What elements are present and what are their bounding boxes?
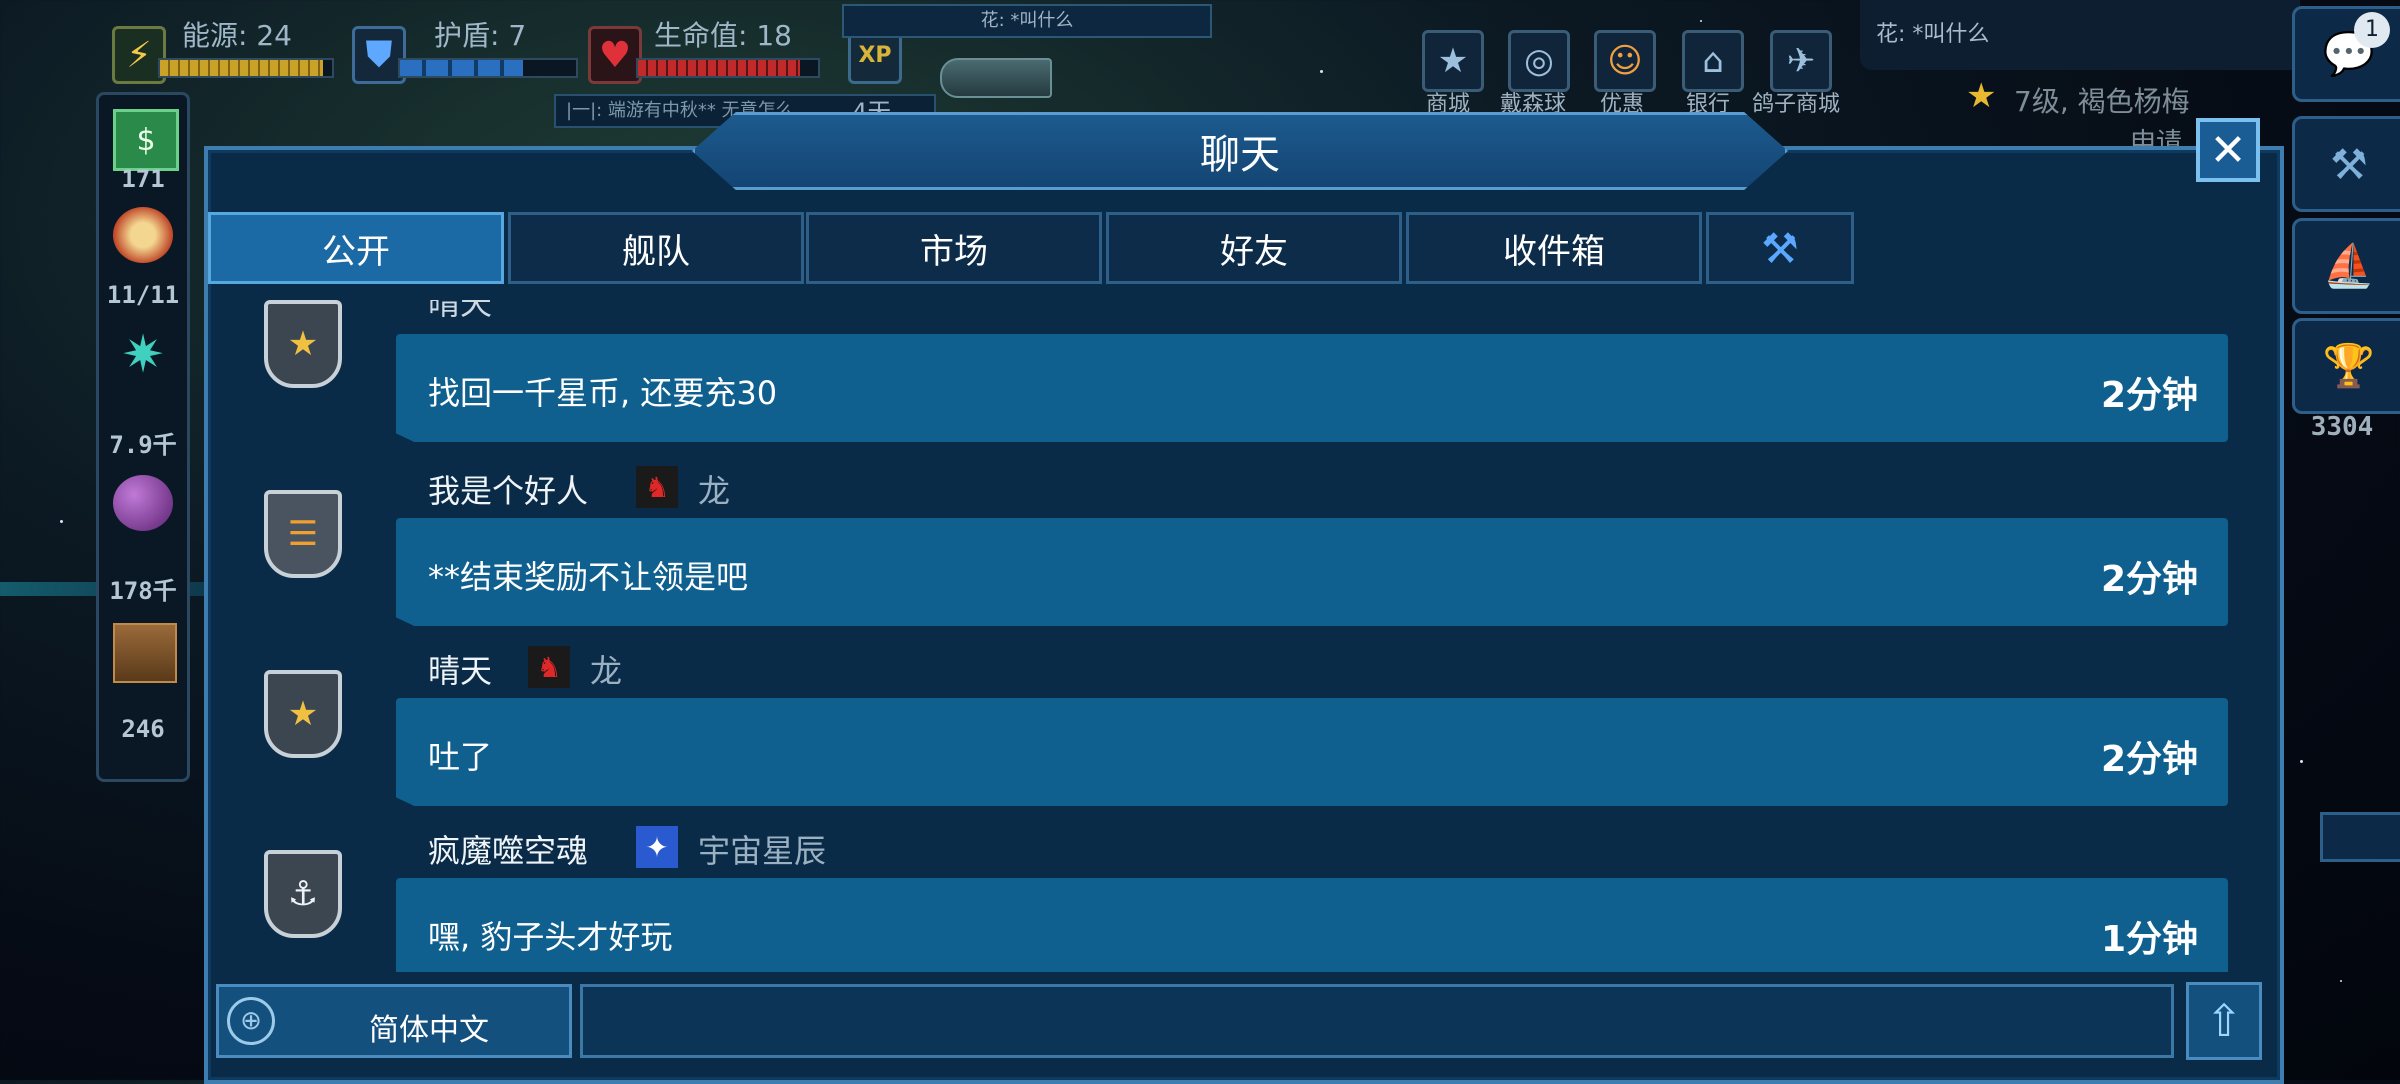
message-fleet: 宇宙星辰 bbox=[698, 832, 827, 870]
tab-friends[interactable]: 好友 bbox=[1106, 212, 1402, 284]
hammer-icon[interactable]: ⚒ bbox=[2292, 116, 2400, 212]
tab-public[interactable]: 公开 bbox=[208, 212, 504, 284]
shield-bar bbox=[398, 58, 578, 78]
send-icon[interactable]: ⇧ bbox=[2186, 982, 2262, 1060]
message-sender[interactable]: 我是个好人 bbox=[428, 466, 588, 512]
notification-bar[interactable]: 花: *叫什么 bbox=[1860, 0, 2300, 70]
message-fleet: 龙 bbox=[590, 652, 623, 690]
message-bubble: 吐了 2分钟 bbox=[396, 698, 2228, 806]
crystal-value: 7.9千 bbox=[109, 431, 177, 459]
trophy-value: 3304 bbox=[2310, 412, 2374, 442]
side-handle[interactable] bbox=[2320, 812, 2400, 862]
health-label: 生命值: 18 bbox=[654, 19, 792, 52]
crew-icon bbox=[113, 207, 173, 263]
message-sender[interactable]: 晴天 bbox=[428, 646, 492, 692]
tab-inbox[interactable]: 收件箱 bbox=[1406, 212, 1702, 284]
message-item: ☰ 我是个好人 ♞ 龙 **结束奖励不让领是吧 2分钟 bbox=[208, 462, 2228, 642]
star-icon[interactable]: ★ bbox=[1422, 30, 1484, 92]
message-time: 2分钟 bbox=[2100, 739, 2198, 780]
message-list[interactable]: 晴天 ★ 找回一千星币, 还要充30 2分钟 ☰ 我是个好人 ♞ 龙 **结束奖… bbox=[208, 300, 2228, 972]
language-label: 简体中文 bbox=[369, 1013, 489, 1048]
message-bubble: 找回一千星币, 还要充30 2分钟 bbox=[396, 334, 2228, 442]
message-text: **结束奖励不让领是吧 bbox=[428, 558, 749, 596]
message-fleet: 龙 bbox=[698, 472, 731, 510]
cargo-icon bbox=[113, 623, 177, 683]
message-text: 嘿, 豹子头才好玩 bbox=[428, 918, 673, 956]
globe-icon: ⊕ bbox=[227, 997, 275, 1045]
deal-icon[interactable]: ☺ bbox=[1594, 30, 1656, 92]
dragon-fleet-icon: ♞ bbox=[636, 466, 678, 508]
message-bubble: 嘿, 豹子头才好玩 1分钟 bbox=[396, 878, 2228, 972]
planet-value: 178千 bbox=[109, 577, 177, 605]
message-time: 1分钟 bbox=[2100, 919, 2198, 960]
dragon-fleet-icon: ♞ bbox=[528, 646, 570, 688]
chat-input[interactable] bbox=[580, 984, 2174, 1058]
ship-icon[interactable]: ⛵ bbox=[2292, 218, 2400, 314]
chat-title: 聊天 bbox=[692, 112, 1788, 190]
message-item: ★ 晴天 ♞ 龙 吐了 2分钟 bbox=[208, 642, 2228, 822]
top-banner: 花: *叫什么 bbox=[842, 4, 1212, 38]
anvil-badge-icon: ⚓ bbox=[264, 850, 342, 938]
message-text: 找回一千星币, 还要充30 bbox=[428, 374, 778, 412]
message-item: ⚓ 疯魔噬空魂 ✦ 宇宙星辰 嘿, 豹子头才好玩 1分钟 bbox=[208, 822, 2228, 972]
cargo-value: 246 bbox=[121, 715, 165, 743]
trophy-icon[interactable]: 🏆 bbox=[2292, 318, 2400, 414]
close-icon[interactable]: ✕ bbox=[2196, 118, 2260, 182]
credits-value: 171 bbox=[121, 165, 165, 193]
credits-icon: $ bbox=[113, 109, 179, 171]
notification-text: 花: *叫什么 bbox=[1876, 22, 1990, 47]
tab-market[interactable]: 市场 bbox=[806, 212, 1102, 284]
message-bubble: **结束奖励不让领是吧 2分钟 bbox=[396, 518, 2228, 626]
star-fleet-icon: ✦ bbox=[636, 826, 678, 868]
crew-value: 11/11 bbox=[106, 281, 180, 309]
checklist-badge-icon: ☰ bbox=[264, 490, 342, 578]
notification-count: 1 bbox=[2354, 12, 2390, 48]
message-time: 2分钟 bbox=[2100, 559, 2198, 600]
planet-icon bbox=[113, 475, 173, 531]
rank-star-icon: ★ bbox=[1966, 76, 1997, 116]
toolbar-label-pigeon-shop[interactable]: 鸽子商城 bbox=[1752, 86, 1840, 118]
dyson-sphere-icon[interactable]: ◎ bbox=[1508, 30, 1570, 92]
energy-bar bbox=[158, 58, 334, 78]
message-sender[interactable]: 疯魔噬空魂 bbox=[428, 826, 588, 872]
shield-label: 护盾: 7 bbox=[434, 19, 527, 52]
resource-column: $ 171 11/11 ✷ 7.9千 178千 246 bbox=[96, 92, 190, 782]
crystal-icon: ✷ bbox=[121, 325, 165, 385]
partial-sender: 晴天 bbox=[428, 300, 493, 322]
bird-icon[interactable]: ✈ bbox=[1770, 30, 1832, 92]
language-button[interactable]: ⊕ 简体中文 bbox=[216, 984, 572, 1058]
energy-label: 能源: 24 bbox=[182, 19, 292, 52]
message-time: 2分钟 bbox=[2100, 375, 2198, 416]
message-text: 吐了 bbox=[428, 738, 493, 776]
rank-text: 7级, 褐色杨梅 bbox=[2014, 85, 2190, 118]
tools-tab-icon[interactable]: ⚒ bbox=[1706, 212, 1854, 284]
heart-icon: ♥ bbox=[588, 26, 642, 84]
rank-star-badge-icon: ★ bbox=[264, 670, 342, 758]
ship-sprite bbox=[940, 58, 1052, 98]
rank-star-badge-icon: ★ bbox=[264, 300, 342, 388]
bank-icon[interactable]: ⌂ bbox=[1682, 30, 1744, 92]
health-bar bbox=[636, 58, 820, 78]
tab-fleet[interactable]: 舰队 bbox=[508, 212, 804, 284]
